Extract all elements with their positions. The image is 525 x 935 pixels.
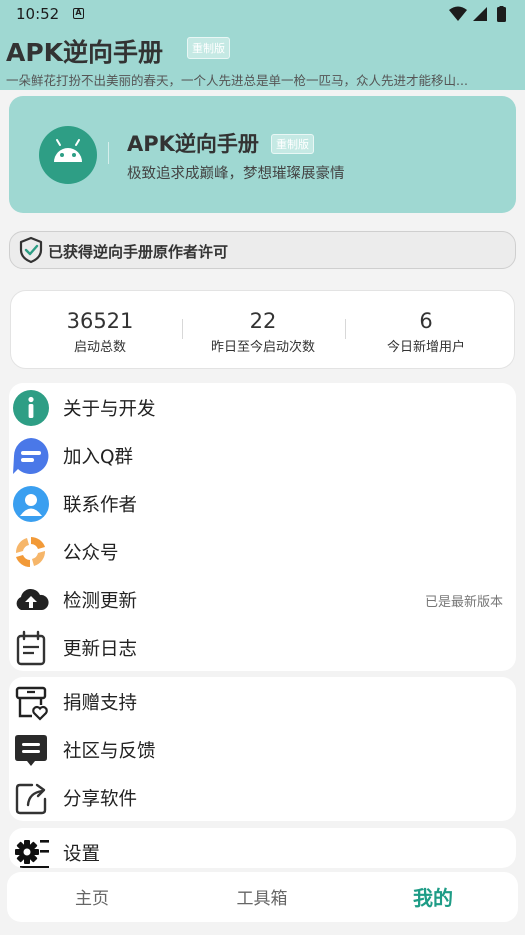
permission-notice: 已获得逆向手册原作者许可 <box>9 231 516 269</box>
menu-label: 社区与反馈 <box>63 741 156 762</box>
bottom-navigation: 主页 工具箱 我的 <box>7 872 518 922</box>
menu-label: 检测更新 <box>63 591 138 612</box>
menu-label: 联系作者 <box>63 495 138 516</box>
app-title: APK逆向手册 <box>6 38 164 67</box>
menu-group-community: 捐赠支持 社区与反馈 分享软件 <box>9 677 516 821</box>
menu-label: 更新日志 <box>63 639 138 660</box>
app-bar: APK逆向手册 重制版 一朵鲜花打扮不出美丽的春天，一个人先进总是单一枪一匹马，… <box>0 30 525 90</box>
menu-group-settings: 设置 <box>9 828 516 868</box>
menu-item-donate[interactable]: 捐赠支持 <box>9 677 516 725</box>
notification-a-icon: A <box>73 8 84 19</box>
shield-check-icon <box>19 236 43 264</box>
calendar-log-icon <box>16 630 46 666</box>
donate-icon <box>15 686 48 721</box>
chat-group-icon <box>13 438 49 474</box>
user-icon <box>13 486 49 522</box>
stat-launch-total: 36521 启动总数 <box>16 309 184 355</box>
stats-card: 36521 启动总数 22 昨日至今启动次数 6 今日新增用户 <box>10 290 515 369</box>
settings-icon <box>15 840 49 868</box>
tab-home[interactable]: 主页 <box>7 884 177 909</box>
menu-item-check-update[interactable]: 检测更新 已是最新版本 <box>9 575 516 623</box>
stat-value: 36521 <box>66 309 134 333</box>
status-bar: 10:52 A <box>0 0 525 30</box>
info-icon <box>13 390 49 426</box>
menu-label: 关于与开发 <box>63 399 156 420</box>
stat-value: 22 <box>249 309 277 333</box>
menu-item-join-group[interactable]: 加入Q群 <box>9 431 516 479</box>
stat-label: 今日新增用户 <box>386 340 465 355</box>
share-icon <box>15 783 47 815</box>
app-info-card[interactable]: APK逆向手册 重制版 极致追求成巅峰，梦想璀璨展豪情 <box>9 96 516 213</box>
notice-text: 已获得逆向手册原作者许可 <box>48 243 229 261</box>
version-badge: 重制版 <box>187 37 230 59</box>
hero-slogan: 极致追求成巅峰，梦想璀璨展豪情 <box>127 166 345 182</box>
menu-item-share[interactable]: 分享软件 <box>9 773 516 821</box>
status-time: 10:52 <box>16 5 60 23</box>
update-status: 已是最新版本 <box>424 595 503 610</box>
menu-group-info: 关于与开发 加入Q群 联系作者 公众号 检测更新 已是最新版本 更新日志 <box>9 383 516 671</box>
menu-item-settings[interactable]: 设置 <box>9 828 516 868</box>
menu-item-contact-author[interactable]: 联系作者 <box>9 479 516 527</box>
menu-label: 设置 <box>63 844 101 865</box>
system-status-icons <box>449 6 506 22</box>
stat-launch-since-yesterday: 22 昨日至今启动次数 <box>179 309 347 355</box>
message-icon <box>15 735 47 766</box>
menu-item-about[interactable]: 关于与开发 <box>9 383 516 431</box>
menu-label: 捐赠支持 <box>63 693 138 714</box>
hero-app-name: APK逆向手册 <box>127 132 259 156</box>
menu-item-public-account[interactable]: 公众号 <box>9 527 516 575</box>
hero-version-badge: 重制版 <box>271 134 314 154</box>
menu-label: 分享软件 <box>63 789 138 810</box>
menu-item-changelog[interactable]: 更新日志 <box>9 623 516 671</box>
menu-label: 加入Q群 <box>63 447 134 468</box>
stat-label: 启动总数 <box>73 340 126 355</box>
stat-new-users-today: 6 今日新增用户 <box>342 309 510 355</box>
menu-item-community-feedback[interactable]: 社区与反馈 <box>9 725 516 773</box>
menu-label: 公众号 <box>63 543 119 564</box>
public-account-icon <box>15 537 46 567</box>
tab-mine[interactable]: 我的 <box>348 882 518 911</box>
cloud-upload-icon <box>16 588 49 610</box>
gesture-bar <box>0 922 525 935</box>
stat-label: 昨日至今启动次数 <box>210 340 315 355</box>
tab-toolbox[interactable]: 工具箱 <box>177 884 347 909</box>
marquee-text: 一朵鲜花打扮不出美丽的春天，一个人先进总是单一枪一匹马，众人先进才能移山... <box>6 73 468 88</box>
divider <box>108 142 109 164</box>
android-icon <box>39 126 97 184</box>
stat-value: 6 <box>419 309 433 333</box>
